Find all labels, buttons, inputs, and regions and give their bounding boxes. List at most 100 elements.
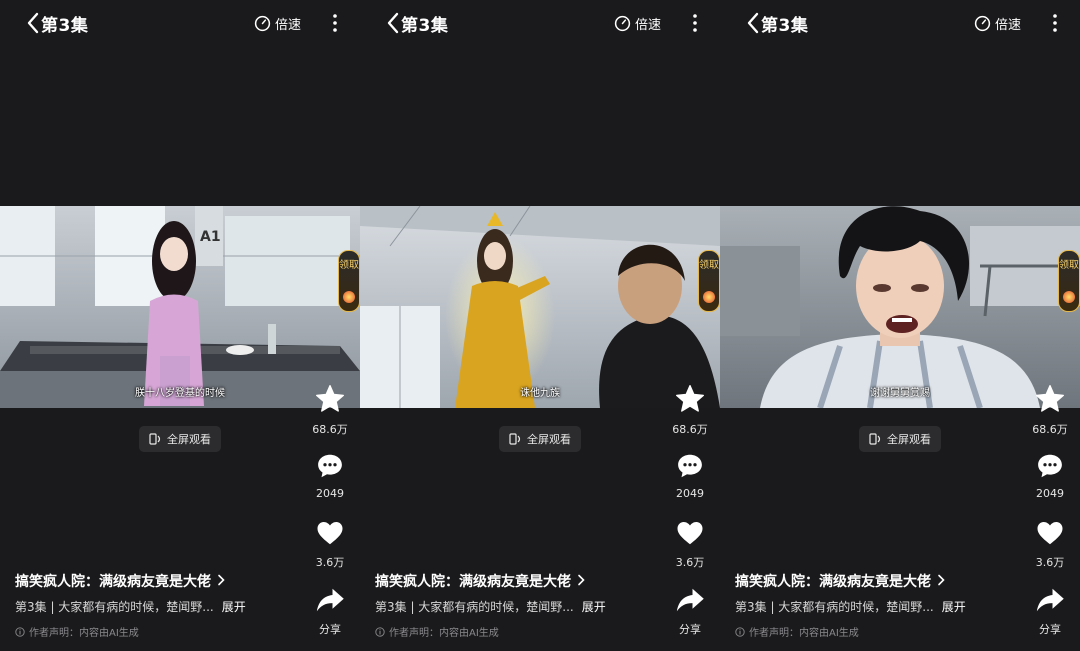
favorite-button[interactable]: 68.6万	[670, 383, 710, 437]
player-screen-1: 第3集 倍速 A1 朕十八岁登基的时候 领取 全屏观看 68.6万 2049 3…	[0, 0, 360, 651]
like-count: 3.6万	[675, 556, 705, 569]
comment-icon	[318, 454, 342, 478]
drama-title: 搞笑疯人院：满级病友竟是大佬	[375, 574, 571, 590]
comment-button[interactable]: 2049	[310, 451, 350, 500]
info-icon	[15, 626, 25, 637]
favorite-count: 68.6万	[672, 423, 708, 436]
episode-description: 第3集 | 大家都有病的时候，楚闻野... 展开	[15, 598, 246, 615]
star-icon	[1036, 385, 1064, 412]
favorite-count: 68.6万	[312, 423, 348, 436]
speed-button[interactable]: 倍速	[614, 12, 661, 34]
reward-badge[interactable]: 领取	[338, 250, 360, 312]
coin-icon	[703, 291, 715, 303]
chevron-right-icon	[218, 574, 225, 586]
reward-badge[interactable]: 领取	[1058, 250, 1080, 312]
heart-icon	[317, 522, 343, 545]
share-label: 分享	[319, 623, 341, 636]
ai-disclaimer: 作者声明：内容由AI生成	[375, 624, 499, 639]
share-icon	[1036, 588, 1064, 612]
coin-icon	[343, 291, 355, 303]
heart-icon	[1037, 522, 1063, 545]
speed-button[interactable]: 倍速	[974, 12, 1021, 34]
drama-title-link[interactable]: 搞笑疯人院：满级病友竟是大佬	[375, 571, 586, 591]
like-button[interactable]: 3.6万	[1030, 518, 1070, 570]
player-screen-3: 第3集 倍速 谢谢舅舅赏赐 领取 全屏观看 68.6万 2049 3.6万 分享…	[720, 0, 1080, 651]
description-text: 第3集 | 大家都有病的时候，楚闻野...	[735, 600, 934, 614]
comment-count: 2049	[316, 487, 344, 500]
top-bar: 第3集 倍速	[360, 0, 720, 46]
info-icon	[375, 626, 385, 637]
episode-description: 第3集 | 大家都有病的时候，楚闻野... 展开	[375, 598, 606, 615]
more-vertical-icon[interactable]	[326, 12, 344, 34]
reward-label: 领取	[1059, 260, 1079, 271]
video-scene-golden-robe	[360, 206, 720, 408]
share-button[interactable]: 分享	[310, 585, 350, 637]
share-label: 分享	[1039, 623, 1061, 636]
video-subtitle: 谢谢舅舅赏赐	[870, 388, 930, 399]
like-count: 3.6万	[1035, 556, 1065, 569]
speed-button[interactable]: 倍速	[254, 12, 301, 34]
fullscreen-label: 全屏观看	[527, 433, 571, 446]
player-screen-2: 第3集 倍速 诛他九族 领取 全屏观看 68.6万 2049 3.6万 分享 搞…	[360, 0, 720, 651]
more-vertical-icon[interactable]	[686, 12, 704, 34]
fullscreen-button[interactable]: 全屏观看	[499, 426, 581, 452]
speed-label: 倍速	[995, 17, 1022, 33]
speed-label: 倍速	[275, 17, 302, 33]
favorite-button[interactable]: 68.6万	[310, 383, 350, 437]
fullscreen-icon	[509, 433, 521, 445]
share-icon	[316, 588, 344, 612]
disclaimer-text: 作者声明：内容由AI生成	[749, 628, 859, 639]
video-subtitle: 诛他九族	[520, 388, 560, 399]
comment-count: 2049	[1036, 487, 1064, 500]
drama-title: 搞笑疯人院：满级病友竟是大佬	[15, 574, 211, 590]
episode-title: 第3集	[401, 16, 449, 36]
video-scene-classroom: A1	[0, 206, 360, 408]
comment-button[interactable]: 2049	[1030, 451, 1070, 500]
disclaimer-text: 作者声明：内容由AI生成	[29, 628, 139, 639]
comment-count: 2049	[676, 487, 704, 500]
fullscreen-button[interactable]: 全屏观看	[859, 426, 941, 452]
fullscreen-button[interactable]: 全屏观看	[139, 426, 221, 452]
video-frame[interactable]: A1 朕十八岁登基的时候 领取	[0, 206, 360, 408]
drama-title-link[interactable]: 搞笑疯人院：满级病友竟是大佬	[15, 571, 226, 591]
top-bar: 第3集 倍速	[0, 0, 360, 46]
description-text: 第3集 | 大家都有病的时候，楚闻野...	[15, 600, 214, 614]
chevron-right-icon	[578, 574, 585, 586]
expand-button[interactable]: 展开	[222, 600, 246, 614]
speed-gauge-icon	[614, 15, 631, 31]
comment-button[interactable]: 2049	[670, 451, 710, 500]
more-vertical-icon[interactable]	[1046, 12, 1064, 34]
expand-button[interactable]: 展开	[942, 600, 966, 614]
video-subtitle: 朕十八岁登基的时候	[135, 388, 225, 399]
heart-icon	[677, 522, 703, 545]
ai-disclaimer: 作者声明：内容由AI生成	[15, 624, 139, 639]
svg-text:A1: A1	[200, 229, 221, 245]
reward-label: 领取	[339, 260, 359, 271]
like-button[interactable]: 3.6万	[670, 518, 710, 570]
video-scene-crying-man	[720, 206, 1080, 408]
fullscreen-icon	[149, 433, 161, 445]
fullscreen-label: 全屏观看	[887, 433, 931, 446]
drama-title: 搞笑疯人院：满级病友竟是大佬	[735, 574, 931, 590]
share-icon	[676, 588, 704, 612]
share-button[interactable]: 分享	[1030, 585, 1070, 637]
video-frame[interactable]: 谢谢舅舅赏赐 领取	[720, 206, 1080, 408]
favorite-button[interactable]: 68.6万	[1030, 383, 1070, 437]
like-count: 3.6万	[315, 556, 345, 569]
drama-title-link[interactable]: 搞笑疯人院：满级病友竟是大佬	[735, 571, 946, 591]
expand-button[interactable]: 展开	[582, 600, 606, 614]
reward-badge[interactable]: 领取	[698, 250, 720, 312]
chevron-right-icon	[938, 574, 945, 586]
episode-title: 第3集	[41, 16, 89, 36]
episode-description: 第3集 | 大家都有病的时候，楚闻野... 展开	[735, 598, 966, 615]
speed-label: 倍速	[635, 17, 662, 33]
like-button[interactable]: 3.6万	[310, 518, 350, 570]
video-frame[interactable]: 诛他九族 领取	[360, 206, 720, 408]
description-text: 第3集 | 大家都有病的时候，楚闻野...	[375, 600, 574, 614]
reward-label: 领取	[699, 260, 719, 271]
speed-gauge-icon	[254, 15, 271, 31]
disclaimer-text: 作者声明：内容由AI生成	[389, 628, 499, 639]
share-button[interactable]: 分享	[670, 585, 710, 637]
comment-icon	[1038, 454, 1062, 478]
comment-icon	[678, 454, 702, 478]
